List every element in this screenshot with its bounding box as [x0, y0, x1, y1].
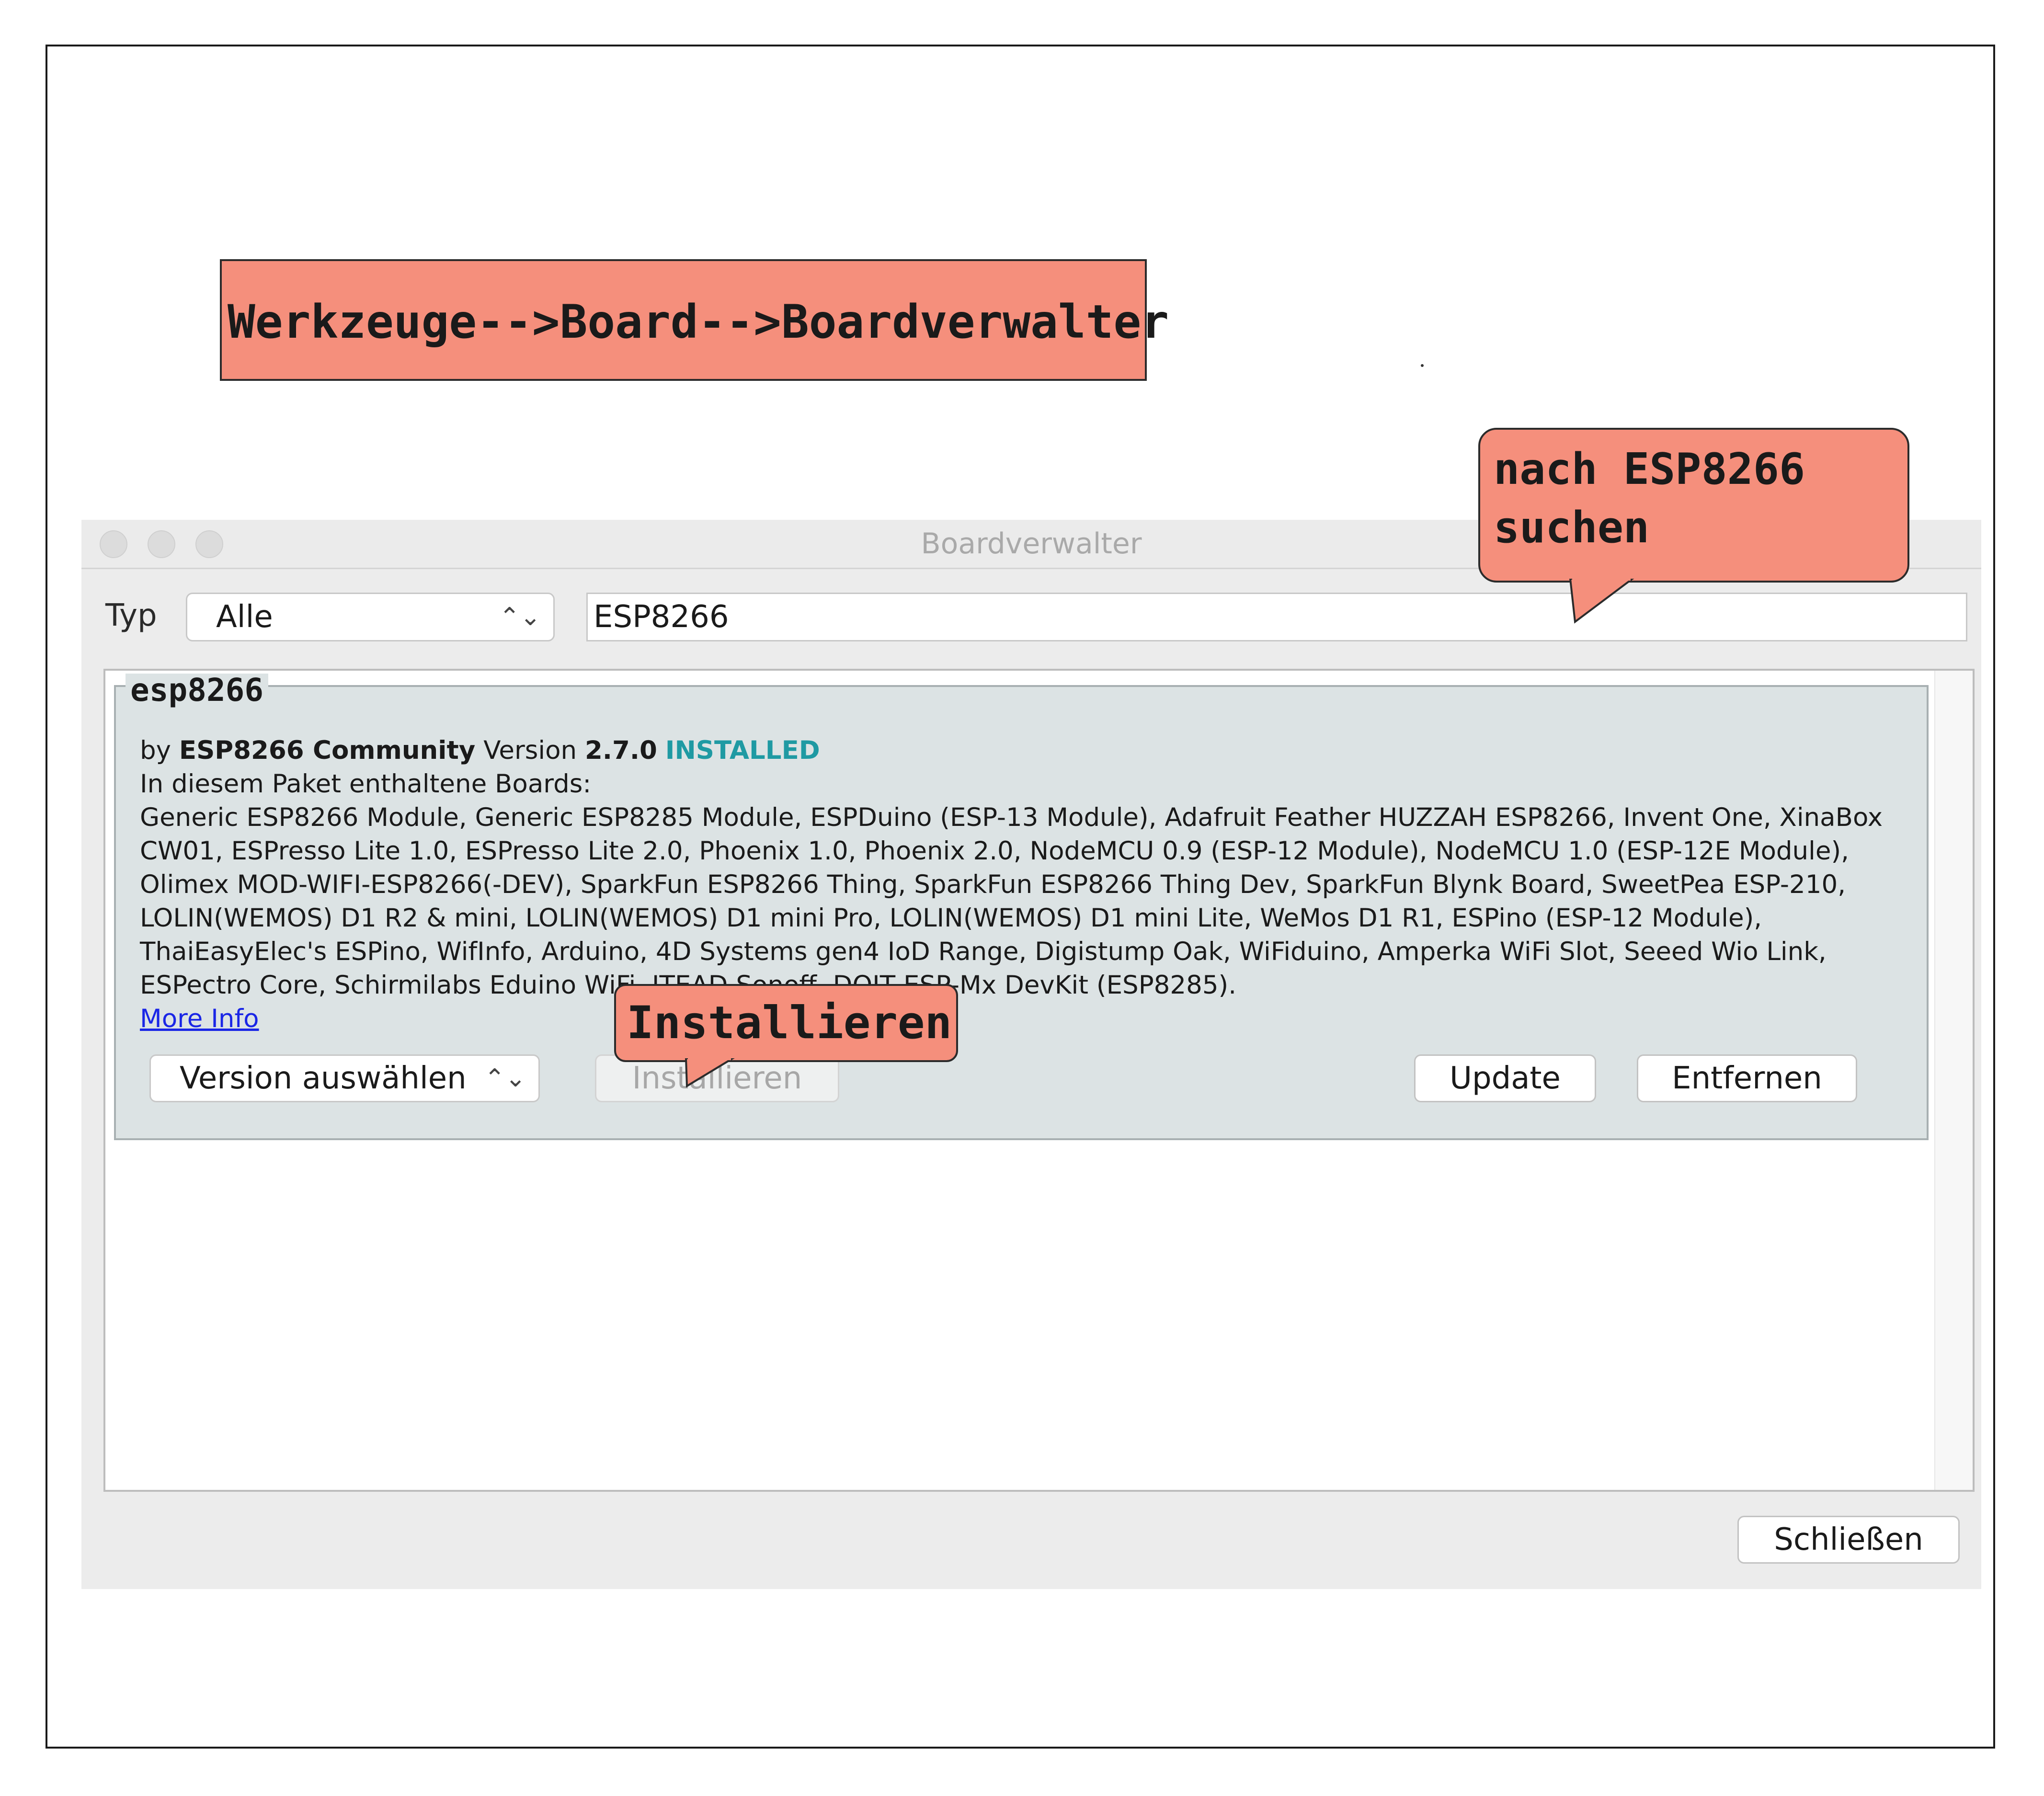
- remove-button[interactable]: Entfernen: [1637, 1054, 1857, 1102]
- type-select[interactable]: Alle ⌃⌄: [186, 593, 555, 641]
- type-label: Typ: [105, 598, 157, 633]
- updown-chevron-icon: ⌃⌄: [484, 1064, 526, 1093]
- close-button[interactable]: Schließen: [1737, 1516, 1960, 1564]
- package-meta: by ESP8266 Community Version 2.7.0 INSTA…: [140, 734, 820, 767]
- more-info-link[interactable]: More Info: [140, 1002, 259, 1036]
- stray-dot: [1421, 364, 1424, 367]
- package-author: ESP8266 Community: [179, 736, 476, 765]
- package-version: 2.7.0: [584, 736, 657, 765]
- search-callout-pointer: [1569, 579, 1634, 624]
- package-card-esp8266[interactable]: esp8266 by ESP8266 Community Version 2.7…: [114, 674, 1929, 1140]
- by-prefix: by: [140, 736, 171, 765]
- package-list: esp8266 by ESP8266 Community Version 2.7…: [103, 669, 1975, 1492]
- version-select-value: Version auswählen: [180, 1061, 467, 1096]
- boards-line: Generic ESP8266 Module, Generic ESP8285 …: [140, 803, 1883, 832]
- install-hint-callout: Installieren: [614, 984, 958, 1062]
- type-select-value: Alle: [216, 599, 273, 635]
- install-callout-pointer: [685, 1058, 735, 1088]
- boards-line: LOLIN(WEMOS) D1 R2 & mini, LOLIN(WEMOS) …: [140, 904, 1762, 933]
- boards-line: ThaiEasyElec's ESPino, WifInfo, Arduino,…: [140, 937, 1827, 966]
- menu-path-callout: Werkzeuge-->Board-->Boardverwalter: [220, 259, 1169, 381]
- version-label: Version: [483, 736, 577, 765]
- search-hint-line2: suchen: [1494, 503, 1650, 553]
- board-manager-window: Boardverwalter Typ Alle ⌃⌄ esp8266 by ES…: [81, 520, 1981, 1589]
- update-button[interactable]: Update: [1414, 1054, 1596, 1102]
- boards-line: CW01, ESPresso Lite 1.0, ESPresso Lite 2…: [140, 836, 1849, 866]
- status-badge: INSTALLED: [665, 736, 820, 765]
- scrollbar[interactable]: [1934, 671, 1973, 1490]
- boards-heading: In diesem Paket enthaltene Boards:: [140, 769, 592, 799]
- version-select[interactable]: Version auswählen ⌃⌄: [149, 1054, 540, 1102]
- search-input[interactable]: [586, 593, 1967, 641]
- package-name: esp8266: [126, 674, 269, 707]
- search-hint-line1: nach ESP8266: [1494, 444, 1805, 494]
- search-hint-callout: nach ESP8266 suchen: [1478, 428, 1909, 583]
- boards-line: Olimex MOD-WIFI-ESP8266(-DEV), SparkFun …: [140, 870, 1846, 899]
- updown-chevron-icon: ⌃⌄: [499, 603, 541, 631]
